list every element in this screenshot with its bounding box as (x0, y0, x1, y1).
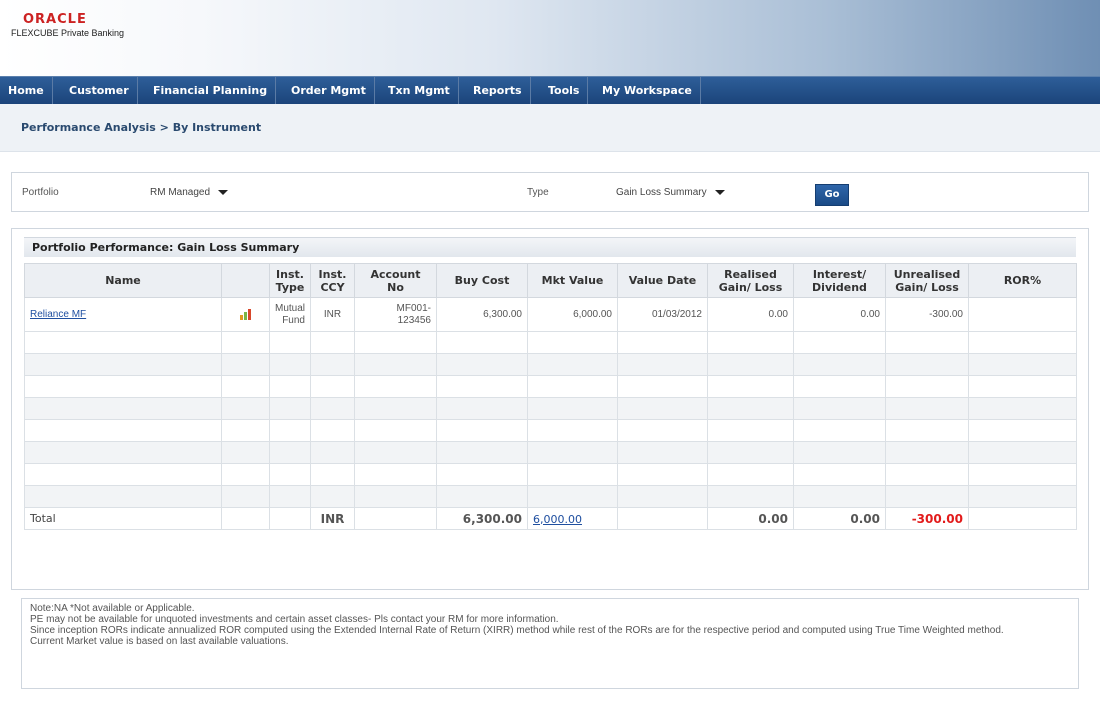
gain-loss-table: Name Inst. Type Inst. CCY Account No Buy Co… (24, 263, 1077, 530)
table-row: Reliance MF Mutual Fund INR MF001- 123456 … (24, 297, 1077, 332)
breadcrumb: Performance Analysis > By Instrument (21, 121, 262, 134)
col-account-no[interactable]: Account No (354, 263, 437, 298)
row-ror (968, 297, 1077, 332)
note-line: Note:NA *Not available or Applicable. (30, 603, 195, 614)
table-header-row: Name Inst. Type Inst. CCY Account No Buy Co… (24, 263, 1077, 298)
type-select[interactable]: Gain Loss Summary (612, 182, 752, 202)
col-interest[interactable]: Interest/Dividend (793, 263, 886, 298)
logo-brand: ORACLE (23, 12, 87, 27)
nav-reports[interactable]: Reports (465, 77, 531, 104)
nav-customer[interactable]: Customer (61, 77, 138, 104)
notes-box: Note:NA *Not available or Applicable. PE… (21, 598, 1079, 689)
total-row: Total INR 6,300.00 6,000.00 0.00 0.00 -3… (24, 507, 1077, 530)
note-line: Since inception RORs indicate annualized… (30, 625, 1004, 636)
row-mkt-value: 6,000.00 (527, 297, 618, 332)
empty-row (24, 441, 1077, 464)
performance-panel: Portfolio Performance: Gain Loss Summary… (11, 228, 1089, 590)
col-ror[interactable]: ROR% (968, 263, 1077, 298)
empty-row (24, 463, 1077, 486)
total-label: Total (24, 507, 222, 530)
type-label: Type (527, 187, 549, 198)
main-nav: Home Customer Financial Planning Order M… (0, 76, 1100, 104)
nav-tools[interactable]: Tools (540, 77, 589, 104)
row-realised: 0.00 (707, 297, 794, 332)
bar-chart-icon[interactable] (239, 308, 252, 320)
nav-txn-mgmt[interactable]: Txn Mgmt (380, 77, 459, 104)
empty-row (24, 397, 1077, 420)
breadcrumb-band: Performance Analysis > By Instrument (0, 104, 1100, 152)
col-chart (221, 263, 270, 298)
row-interest: 0.00 (793, 297, 886, 332)
total-mkt-value-link[interactable]: 6,000.00 (533, 513, 582, 526)
empty-row (24, 419, 1077, 442)
total-ccy: INR (310, 507, 355, 530)
row-unrealised: -300.00 (885, 297, 969, 332)
col-realised[interactable]: Realised Gain/ Loss (707, 263, 794, 298)
col-unrealised[interactable]: Unrealised Gain/ Loss (885, 263, 969, 298)
nav-my-workspace[interactable]: My Workspace (594, 77, 701, 104)
row-inst-type: Mutual Fund (269, 297, 311, 332)
total-buy-cost: 6,300.00 (436, 507, 528, 530)
chevron-down-icon (218, 189, 229, 195)
total-unrealised: -300.00 (885, 507, 969, 530)
nav-order-mgmt[interactable]: Order Mgmt (283, 77, 375, 104)
col-buy-cost[interactable]: Buy Cost (436, 263, 528, 298)
total-interest: 0.00 (793, 507, 886, 530)
row-ccy: INR (310, 297, 355, 332)
nav-home[interactable]: Home (0, 77, 53, 104)
col-name[interactable]: Name (24, 263, 222, 298)
col-inst-ccy[interactable]: Inst. CCY (310, 263, 355, 298)
col-inst-type[interactable]: Inst. Type (269, 263, 311, 298)
portfolio-select-value: RM Managed (150, 187, 211, 198)
total-realised: 0.00 (707, 507, 794, 530)
portfolio-label: Portfolio (22, 187, 59, 198)
row-account-no: MF001- 123456 (354, 297, 437, 332)
row-buy-cost: 6,300.00 (436, 297, 528, 332)
go-button[interactable]: Go (815, 184, 849, 206)
note-line: PE may not be available for unquoted inv… (30, 614, 559, 625)
row-chart-cell[interactable] (221, 297, 270, 332)
note-line: Current Market value is based on last av… (30, 636, 289, 647)
logo-product: FLEXCUBE Private Banking (11, 28, 125, 38)
col-mkt-value[interactable]: Mkt Value (527, 263, 618, 298)
chevron-down-icon (714, 189, 725, 195)
portfolio-select[interactable]: RM Managed (146, 182, 256, 202)
type-select-value: Gain Loss Summary (616, 187, 707, 198)
row-value-date: 01/03/2012 (617, 297, 708, 332)
empty-row (24, 375, 1077, 398)
empty-row (24, 485, 1077, 508)
nav-financial-planning[interactable]: Financial Planning (145, 77, 277, 104)
col-value-date[interactable]: Value Date (617, 263, 708, 298)
filter-panel: Portfolio RM Managed Type Gain Loss Summ… (11, 172, 1089, 212)
empty-row (24, 353, 1077, 376)
app-header: ORACLE FLEXCUBE Private Banking (0, 0, 1100, 76)
empty-row (24, 331, 1077, 354)
instrument-link[interactable]: Reliance MF (30, 309, 86, 320)
panel-title: Portfolio Performance: Gain Loss Summary (24, 237, 1076, 257)
row-name[interactable]: Reliance MF (24, 297, 222, 332)
oracle-logo[interactable]: ORACLE FLEXCUBE Private Banking (11, 12, 124, 38)
total-mkt-value[interactable]: 6,000.00 (527, 507, 618, 530)
